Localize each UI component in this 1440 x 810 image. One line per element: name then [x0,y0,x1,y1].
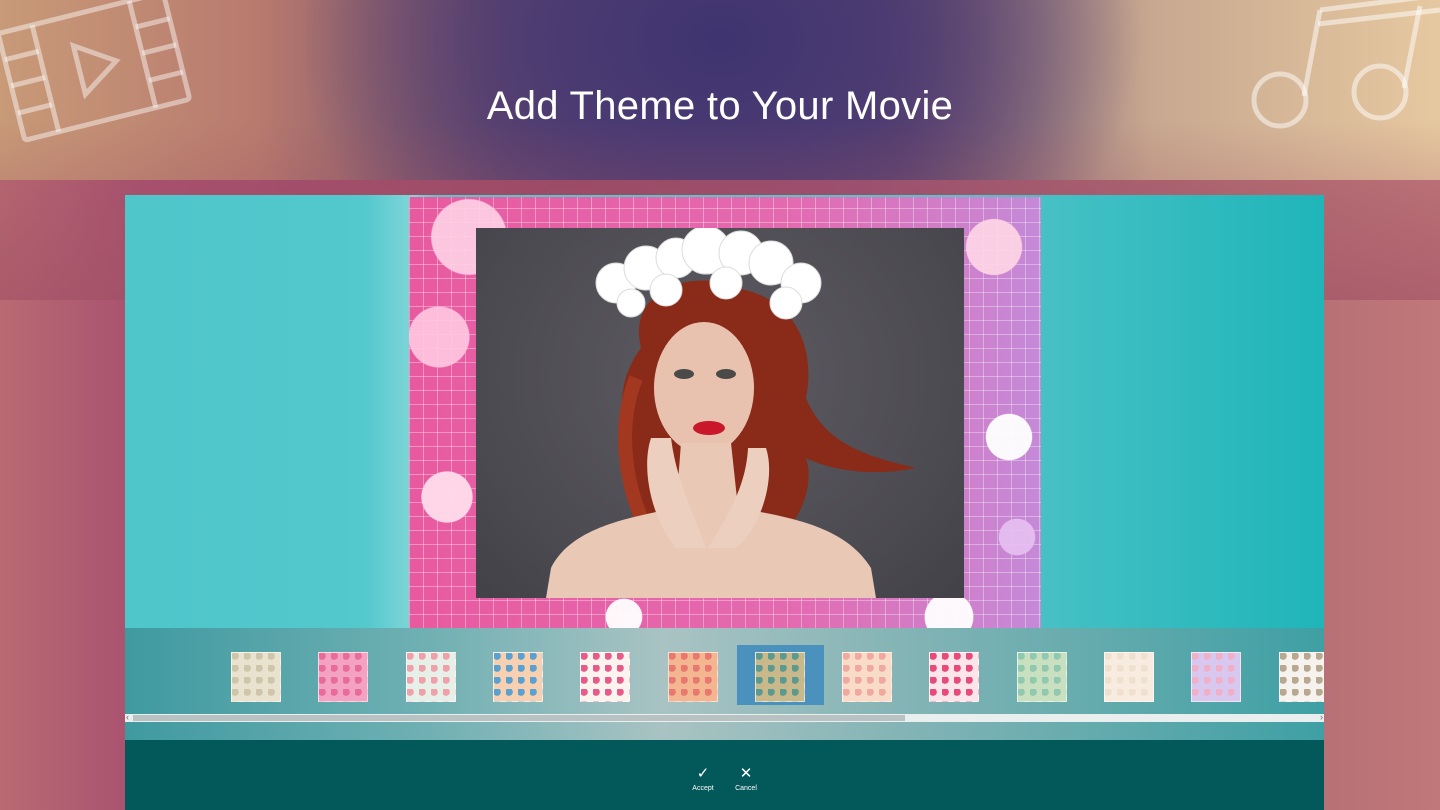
theme-thumbnail-confetti-dots[interactable] [580,652,631,702]
theme-thumbnail-pink-polka[interactable] [929,652,980,702]
theme-thumbnail-green-leaves[interactable] [1016,652,1067,702]
theme-strip[interactable] [125,628,1324,713]
theme-thumbnail-peach-hearts[interactable] [842,652,893,702]
portrait-illustration [546,228,916,598]
theme-toolbar: ‹ › [125,628,1324,740]
scroll-right-icon[interactable]: › [1320,712,1323,722]
accept-button[interactable]: ✓ Accept [683,765,723,793]
command-bar: ✓ Accept ✕ Cancel [125,740,1324,810]
theme-preview [409,197,1041,629]
accept-label: Accept [692,785,714,792]
theme-thumbnail-autumn-leaves[interactable] [667,652,718,702]
close-icon: ✕ [739,765,753,782]
cancel-label: Cancel [735,785,757,792]
check-icon: ✓ [696,765,710,782]
app-window: ‹ › ✓ Accept ✕ Cancel [125,195,1324,810]
scroll-left-icon[interactable]: ‹ [126,712,129,722]
theme-thumbnail-beige-plaid[interactable] [231,652,281,702]
theme-thumbnail-watercolor[interactable] [1191,652,1242,702]
theme-thumbnail-neutral-circles[interactable] [1278,652,1324,702]
theme-scrollbar[interactable]: ‹ › [125,712,1324,722]
theme-thumbnail-colorful-flowers[interactable] [492,652,543,702]
theme-thumbnail-pink-floral[interactable] [318,652,369,702]
theme-thumbnail-cream-plain[interactable] [1104,652,1154,702]
preview-photo [476,228,964,598]
headline: Add Theme to Your Movie [486,84,954,128]
cancel-button[interactable]: ✕ Cancel [726,765,766,793]
theme-thumbnail-mint-dots[interactable] [405,652,456,702]
theme-thumbnail-retro-leaves[interactable] [754,652,805,702]
scroll-thumb[interactable] [133,715,905,721]
